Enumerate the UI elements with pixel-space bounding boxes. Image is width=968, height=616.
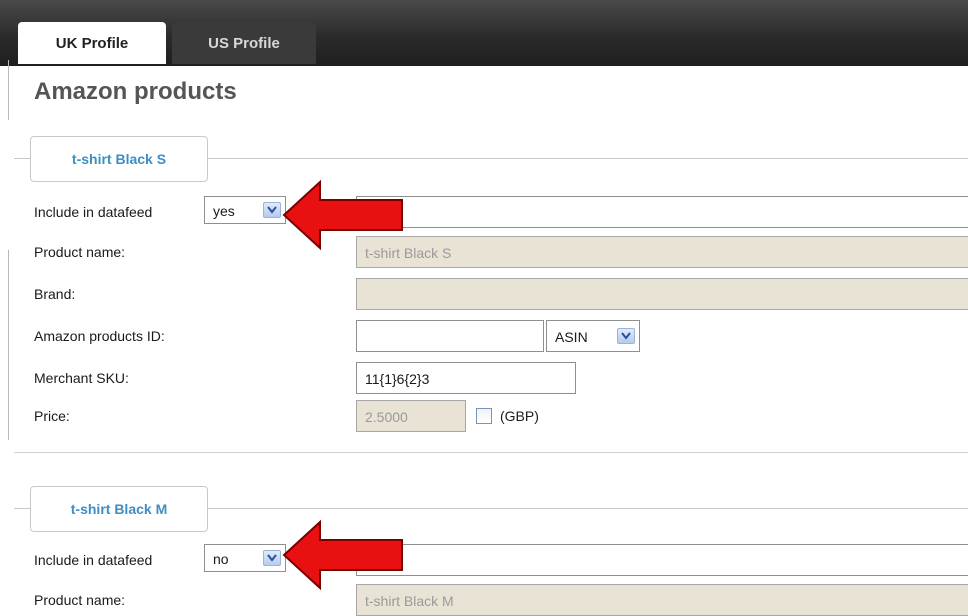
price-row: Price: 2.5000 (GBP) xyxy=(34,400,968,432)
include-label: Include in datafeed xyxy=(34,552,153,568)
amazon-id-type-value: ASIN xyxy=(555,329,588,345)
price-value: 2.5000 xyxy=(365,409,408,425)
frame-edge xyxy=(8,60,9,120)
include-label: Include in datafeed xyxy=(34,204,153,220)
include-select-value: yes xyxy=(213,203,235,219)
amazon-id-row: Amazon products ID: ASIN xyxy=(34,320,968,352)
price-checkbox[interactable] xyxy=(476,408,492,424)
section-bottom-border xyxy=(14,452,968,453)
sku-row: Merchant SKU: 11{1}6{2}3 xyxy=(34,362,968,394)
product-name-field[interactable]: t-shirt Black M xyxy=(356,584,968,616)
brand-row: Brand: xyxy=(34,278,968,310)
chevron-down-icon[interactable] xyxy=(263,550,281,566)
brand-label: Brand: xyxy=(34,286,76,302)
tab-uk-profile[interactable]: UK Profile xyxy=(18,22,166,64)
product-name-field[interactable]: t-shirt Black S xyxy=(356,236,968,268)
frame-edge xyxy=(8,250,9,440)
product-legend: t-shirt Black S xyxy=(30,136,208,182)
price-unit: (GBP) xyxy=(500,408,539,424)
product-name-label: Product name: xyxy=(34,592,126,608)
chevron-down-icon[interactable] xyxy=(617,328,635,344)
tab-us-profile[interactable]: US Profile xyxy=(172,22,316,64)
include-row: Include in datafeed yes xyxy=(34,196,968,228)
include-select-value: no xyxy=(213,551,229,567)
include-extra-field[interactable] xyxy=(356,544,968,576)
product-name-row: Product name: t-shirt Black M xyxy=(34,584,968,616)
amazon-id-type-select[interactable]: ASIN xyxy=(546,320,640,352)
include-row: Include in datafeed no xyxy=(34,544,968,576)
page-title: Amazon products xyxy=(34,78,237,105)
include-select[interactable]: yes xyxy=(204,196,286,224)
profile-tab-bar: UK Profile US Profile xyxy=(0,0,968,66)
red-arrow-left-icon xyxy=(282,520,403,590)
product-name-label: Product name: xyxy=(34,244,126,260)
product-name-value: t-shirt Black M xyxy=(365,593,454,609)
brand-field[interactable] xyxy=(356,278,968,310)
price-field[interactable]: 2.5000 xyxy=(356,400,466,432)
price-label: Price: xyxy=(34,408,70,424)
red-arrow-left-icon xyxy=(282,180,403,250)
amazon-id-label: Amazon products ID: xyxy=(34,328,165,344)
product-legend: t-shirt Black M xyxy=(30,486,208,532)
sku-value: 11{1}6{2}3 xyxy=(365,371,430,387)
amazon-id-field[interactable] xyxy=(356,320,544,352)
sku-field[interactable]: 11{1}6{2}3 xyxy=(356,362,576,394)
sku-label: Merchant SKU: xyxy=(34,370,129,386)
include-extra-field[interactable] xyxy=(356,196,968,228)
include-select[interactable]: no xyxy=(204,544,286,572)
chevron-down-icon[interactable] xyxy=(263,202,281,218)
product-name-row: Product name: t-shirt Black S xyxy=(34,236,968,268)
